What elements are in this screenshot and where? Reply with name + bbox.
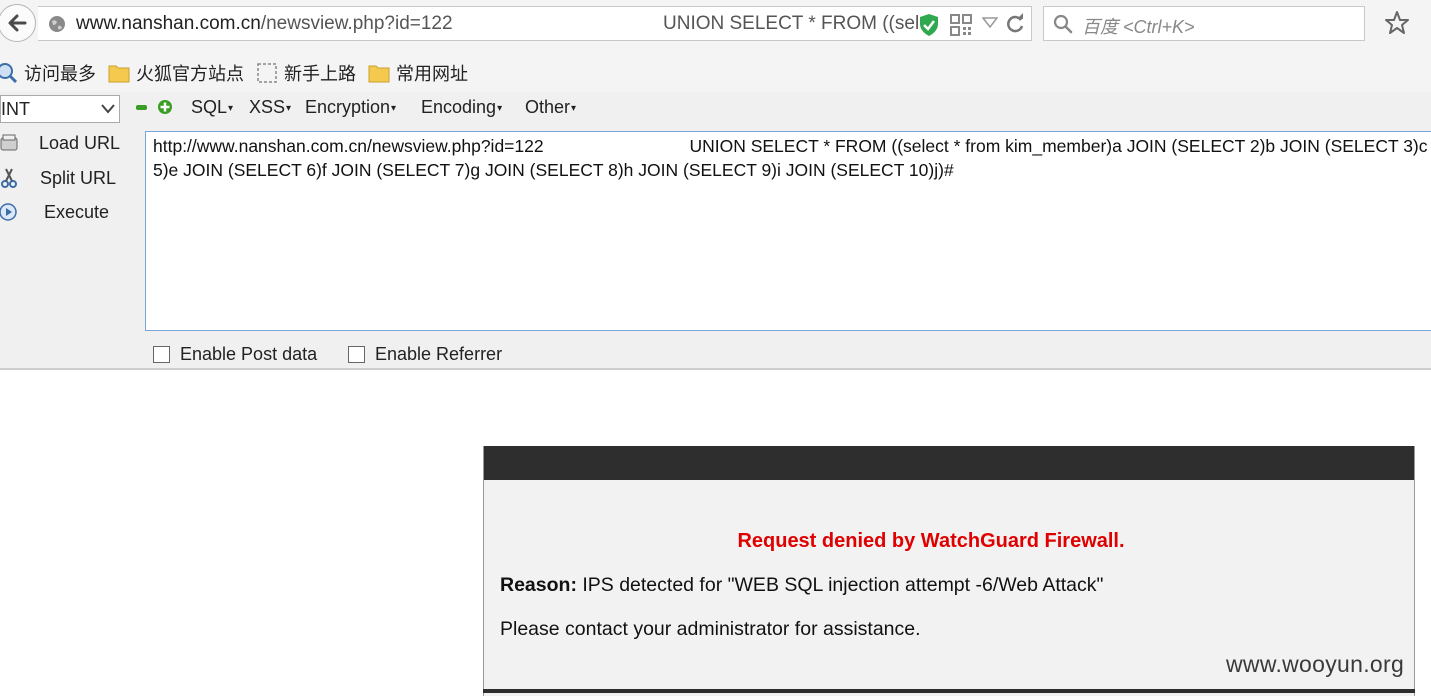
textarea-line-2: 5)e JOIN (SELECT 6)f JOIN (SELECT 7)g JO…: [153, 160, 954, 180]
url-bar[interactable]: www.nanshan.com.cn/newsview.php?id=122 U…: [38, 6, 1032, 41]
watermark: www.wooyun.org: [1226, 651, 1405, 677]
url-textarea[interactable]: http://www.nanshan.com.cn/newsview.php?i…: [145, 131, 1431, 331]
firewall-header-bar: [484, 446, 1414, 480]
menu-other[interactable]: Other▾: [525, 97, 576, 118]
search-icon: [1053, 14, 1073, 34]
textarea-line-1: http://www.nanshan.com.cn/newsview.php?i…: [153, 136, 1428, 156]
search-bar[interactable]: 百度 <Ctrl+K>: [1043, 6, 1365, 41]
back-button[interactable]: [0, 4, 36, 42]
load-url-button[interactable]: Load URL: [0, 132, 120, 154]
firewall-footer-bar: [483, 689, 1415, 693]
firewall-title: Request denied by WatchGuard Firewall.: [737, 530, 1125, 552]
increase-button[interactable]: [157, 99, 173, 115]
bookmark-most-visited[interactable]: 访问最多: [0, 60, 96, 86]
firewall-contact: Please contact your administrator for as…: [500, 618, 921, 640]
menu-xss[interactable]: XSS▾: [249, 97, 291, 118]
folder-icon: [368, 65, 390, 83]
chevron-down-icon[interactable]: [982, 17, 998, 29]
bookmarks-toolbar: 访问最多 火狐官方站点 新手上路 常用网址: [0, 48, 1431, 92]
menu-encoding[interactable]: Encoding▾: [421, 97, 502, 118]
bookmark-star-icon[interactable]: [1384, 10, 1410, 36]
load-url-icon: [0, 134, 18, 151]
url-text-tail: UNION SELECT * FROM ((sel: [663, 13, 920, 34]
type-select[interactable]: INT: [0, 95, 120, 123]
execute-button[interactable]: Execute: [0, 201, 109, 223]
page-icon: [257, 63, 277, 83]
url-text: www.nanshan.com.cn/newsview.php?id=122: [76, 13, 453, 34]
checkbox-box[interactable]: [153, 346, 170, 363]
play-icon: [0, 203, 17, 221]
navigation-bar: www.nanshan.com.cn/newsview.php?id=122 U…: [0, 0, 1431, 48]
globe-icon: [49, 16, 65, 32]
enable-referrer-checkbox[interactable]: Enable Referrer: [348, 344, 502, 365]
divider: [0, 368, 1431, 370]
bookmark-getting-started[interactable]: 新手上路: [256, 60, 356, 86]
split-url-button[interactable]: Split URL: [0, 167, 116, 189]
back-arrow-icon: [8, 14, 27, 32]
hackbar-panel: INT SQL▾ XSS▾ Encryption▾ Encoding▾ Othe…: [0, 92, 1431, 369]
bookmark-firefox-site[interactable]: 火狐官方站点: [108, 60, 244, 86]
decrease-button[interactable]: [136, 105, 147, 110]
menu-sql[interactable]: SQL▾: [191, 97, 233, 118]
chevron-down-icon: [101, 104, 115, 114]
checkbox-box[interactable]: [348, 346, 365, 363]
enable-post-data-checkbox[interactable]: Enable Post data: [153, 344, 317, 365]
qr-code-icon[interactable]: [950, 14, 972, 36]
firewall-reason: Reason: IPS detected for "WEB SQL inject…: [500, 574, 1104, 596]
menu-encryption[interactable]: Encryption▾: [305, 97, 396, 118]
scissors-icon: [1, 168, 17, 188]
folder-icon: [108, 65, 130, 83]
most-visited-icon: [0, 63, 18, 84]
shield-icon[interactable]: [918, 13, 940, 37]
reload-icon[interactable]: [1004, 13, 1026, 35]
bookmark-common-sites[interactable]: 常用网址: [368, 60, 468, 86]
search-placeholder: 百度 <Ctrl+K>: [1082, 17, 1195, 37]
